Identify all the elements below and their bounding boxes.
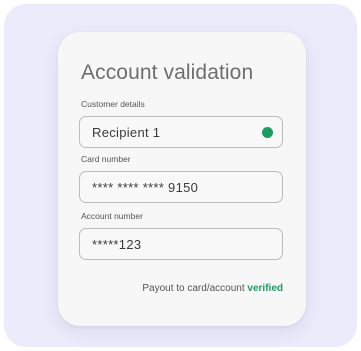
account-validation-card: Account validation Customer details Reci… [58,32,306,326]
customer-details-label: Customer details [81,99,145,109]
status-dot-icon [262,127,273,138]
account-number-field[interactable]: *****123 [79,228,283,260]
card-title: Account validation [81,61,254,84]
card-number-value: **** **** **** 9150 [92,180,199,195]
account-number-value: *****123 [92,237,142,252]
payout-status-text: Payout to card/account verified [142,283,283,294]
account-number-label: Account number [81,211,143,221]
card-number-field[interactable]: **** **** **** 9150 [79,171,283,203]
verified-badge: verified [247,283,283,294]
customer-details-field[interactable]: Recipient 1 [79,116,283,148]
customer-details-value: Recipient 1 [92,125,161,140]
payout-status-prefix: Payout to card/account [142,283,248,294]
card-number-label: Card number [81,154,131,164]
